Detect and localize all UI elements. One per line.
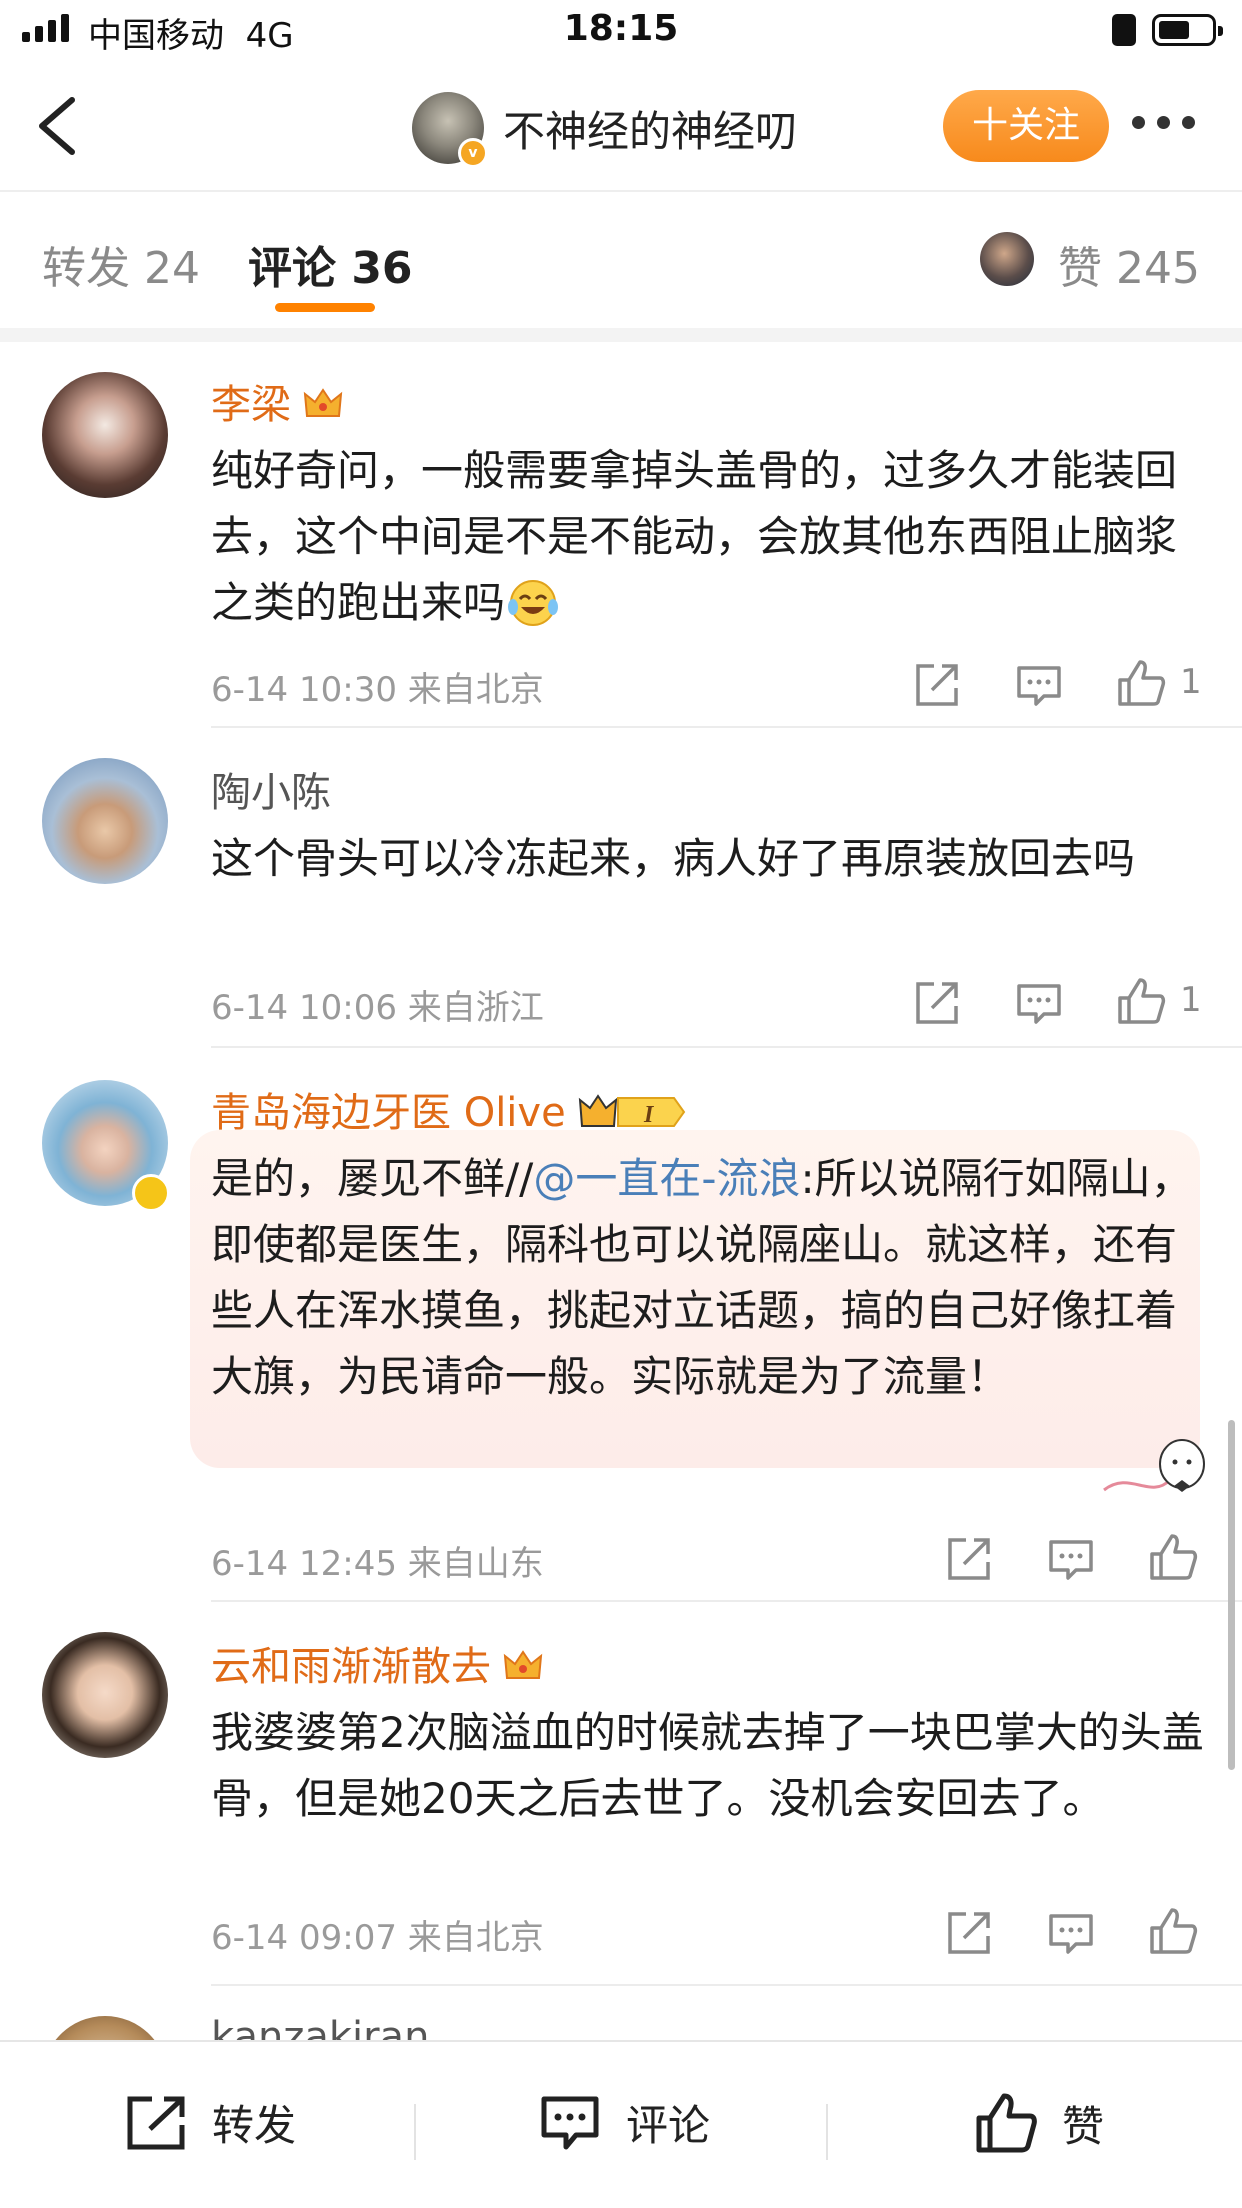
comment-item: 云和雨渐渐散去 我婆婆第2次脑溢血的时候就去掉了一块巴掌大的头盖骨，但是她20天… <box>0 1604 1242 1988</box>
comment-username[interactable]: 青岛海边牙医 Olive I <box>211 1080 688 1138</box>
avatar[interactable] <box>42 758 168 884</box>
divider <box>0 190 1242 192</box>
like-count: 1 <box>1180 980 1202 1020</box>
like-icon[interactable] <box>1148 1906 1198 1956</box>
comment-text: 纯好奇问，一般需要拿掉头盖骨的，过多久才能装回去，这个中间是不是不能动，会放其他… <box>211 446 1178 627</box>
comment-username[interactable]: kanzakiran <box>211 2014 429 2040</box>
liker-avatar[interactable] <box>980 232 1034 286</box>
crown-icon <box>503 1650 543 1679</box>
laughing-crying-emoji-icon <box>505 578 561 627</box>
comment-separator <box>211 726 1242 728</box>
more-options-icon[interactable] <box>1132 116 1195 129</box>
crown-icon <box>303 388 343 417</box>
comment-username[interactable]: 李梁 <box>211 372 343 430</box>
share-icon[interactable] <box>912 978 962 1028</box>
comment-meta: 6-14 09:07 来自北京 <box>211 1918 544 1958</box>
author-avatar[interactable]: v <box>412 92 488 168</box>
page-title[interactable]: 不神经的神经叨 <box>503 98 797 159</box>
comment-item: 陶小陈 这个骨头可以冷冻起来，病人好了再原装放回去吗 6-14 10:06 来自… <box>0 730 1242 1050</box>
repost-label: 转发 <box>212 2101 297 2150</box>
comment-separator <box>211 1600 1242 1602</box>
like-icon[interactable] <box>1116 658 1166 708</box>
comment-separator <box>211 1984 1242 1986</box>
active-tab-indicator <box>275 303 375 312</box>
like-count: 1 <box>1180 662 1202 702</box>
bottom-action-bar: 转发 评论 赞 <box>0 2042 1242 2208</box>
chevron-left-icon <box>39 97 75 155</box>
share-icon <box>127 2096 185 2149</box>
avatar[interactable] <box>42 1632 168 1758</box>
like-icon[interactable] <box>1148 1532 1198 1582</box>
comment-item: 李梁 纯好奇问，一般需要拿掉头盖骨的，过多久才能装回去，这个中间是不是不能动，会… <box>0 342 1242 730</box>
avatar[interactable] <box>42 372 168 498</box>
verified-badge-icon: v <box>458 138 488 168</box>
like-button[interactable]: 赞 <box>974 2092 1104 2154</box>
tab-reposts[interactable]: 转发 24 <box>42 232 200 296</box>
comment-separator <box>211 1046 1242 1048</box>
share-icon[interactable] <box>912 660 962 710</box>
comment-icon <box>541 2096 599 2149</box>
battery-icon <box>1152 14 1223 46</box>
orientation-lock-icon <box>1112 14 1136 46</box>
tab-likes[interactable]: 赞 245 <box>1058 232 1200 296</box>
avatar[interactable] <box>42 2016 168 2040</box>
user-mention-link[interactable]: @一直在-流浪 <box>533 1154 800 1203</box>
divider <box>414 2104 416 2160</box>
comment-meta: 6-14 10:30 来自北京 <box>211 670 544 710</box>
like-label: 赞 <box>1062 2101 1105 2151</box>
comment-button[interactable]: 评论 <box>538 2092 710 2153</box>
back-button[interactable] <box>30 94 90 158</box>
comment-meta: 6-14 10:06 来自浙江 <box>211 988 544 1028</box>
repost-button[interactable]: 转发 <box>124 2092 296 2153</box>
comment-text: 是的，屡见不鲜//@一直在-流浪:所以说隔行如隔山，即使都是医生，隔科也可以说隔… <box>211 1154 1193 1401</box>
follow-button[interactable]: 十关注 <box>943 90 1109 162</box>
comment-item: 青岛海边牙医 Olive I 是的，屡见不鲜//@一直在-流浪:所以说隔行如隔山，… <box>0 1050 1242 1604</box>
thumbs-up-icon <box>976 2093 1037 2153</box>
comment-text: 我婆婆第2次脑溢血的时候就去掉了一块巴掌大的头盖骨，但是她20天之后去世了。没机… <box>211 1708 1204 1823</box>
verified-badge-icon <box>132 1174 170 1212</box>
crown-level-1-icon: I <box>578 1094 685 1128</box>
comment-username[interactable]: 陶小陈 <box>211 760 331 818</box>
scrollbar[interactable] <box>1228 1420 1235 1770</box>
reply-icon[interactable] <box>1046 1534 1096 1584</box>
share-icon[interactable] <box>944 1534 994 1584</box>
share-icon[interactable] <box>944 1908 994 1958</box>
comment-username[interactable]: 云和雨渐渐散去 <box>211 1634 543 1692</box>
clock: 18:15 <box>563 8 679 49</box>
svg-text:I: I <box>643 1102 655 1128</box>
status-bar: 中国移动 4G 18:15 <box>0 0 1242 64</box>
tab-comments[interactable]: 评论 36 <box>248 232 413 296</box>
comment-meta: 6-14 12:45 来自山东 <box>211 1544 544 1584</box>
reply-icon[interactable] <box>1014 978 1064 1028</box>
reply-icon[interactable] <box>1014 660 1064 710</box>
comment-label: 评论 <box>626 2101 711 2150</box>
comment-text: 这个骨头可以冷冻起来，病人好了再原装放回去吗 <box>211 834 1136 883</box>
divider <box>826 2104 828 2160</box>
comment-item: kanzakiran <box>0 1988 1242 2040</box>
reply-icon[interactable] <box>1046 1908 1096 1958</box>
like-icon[interactable] <box>1116 976 1166 1026</box>
section-divider <box>0 328 1242 342</box>
